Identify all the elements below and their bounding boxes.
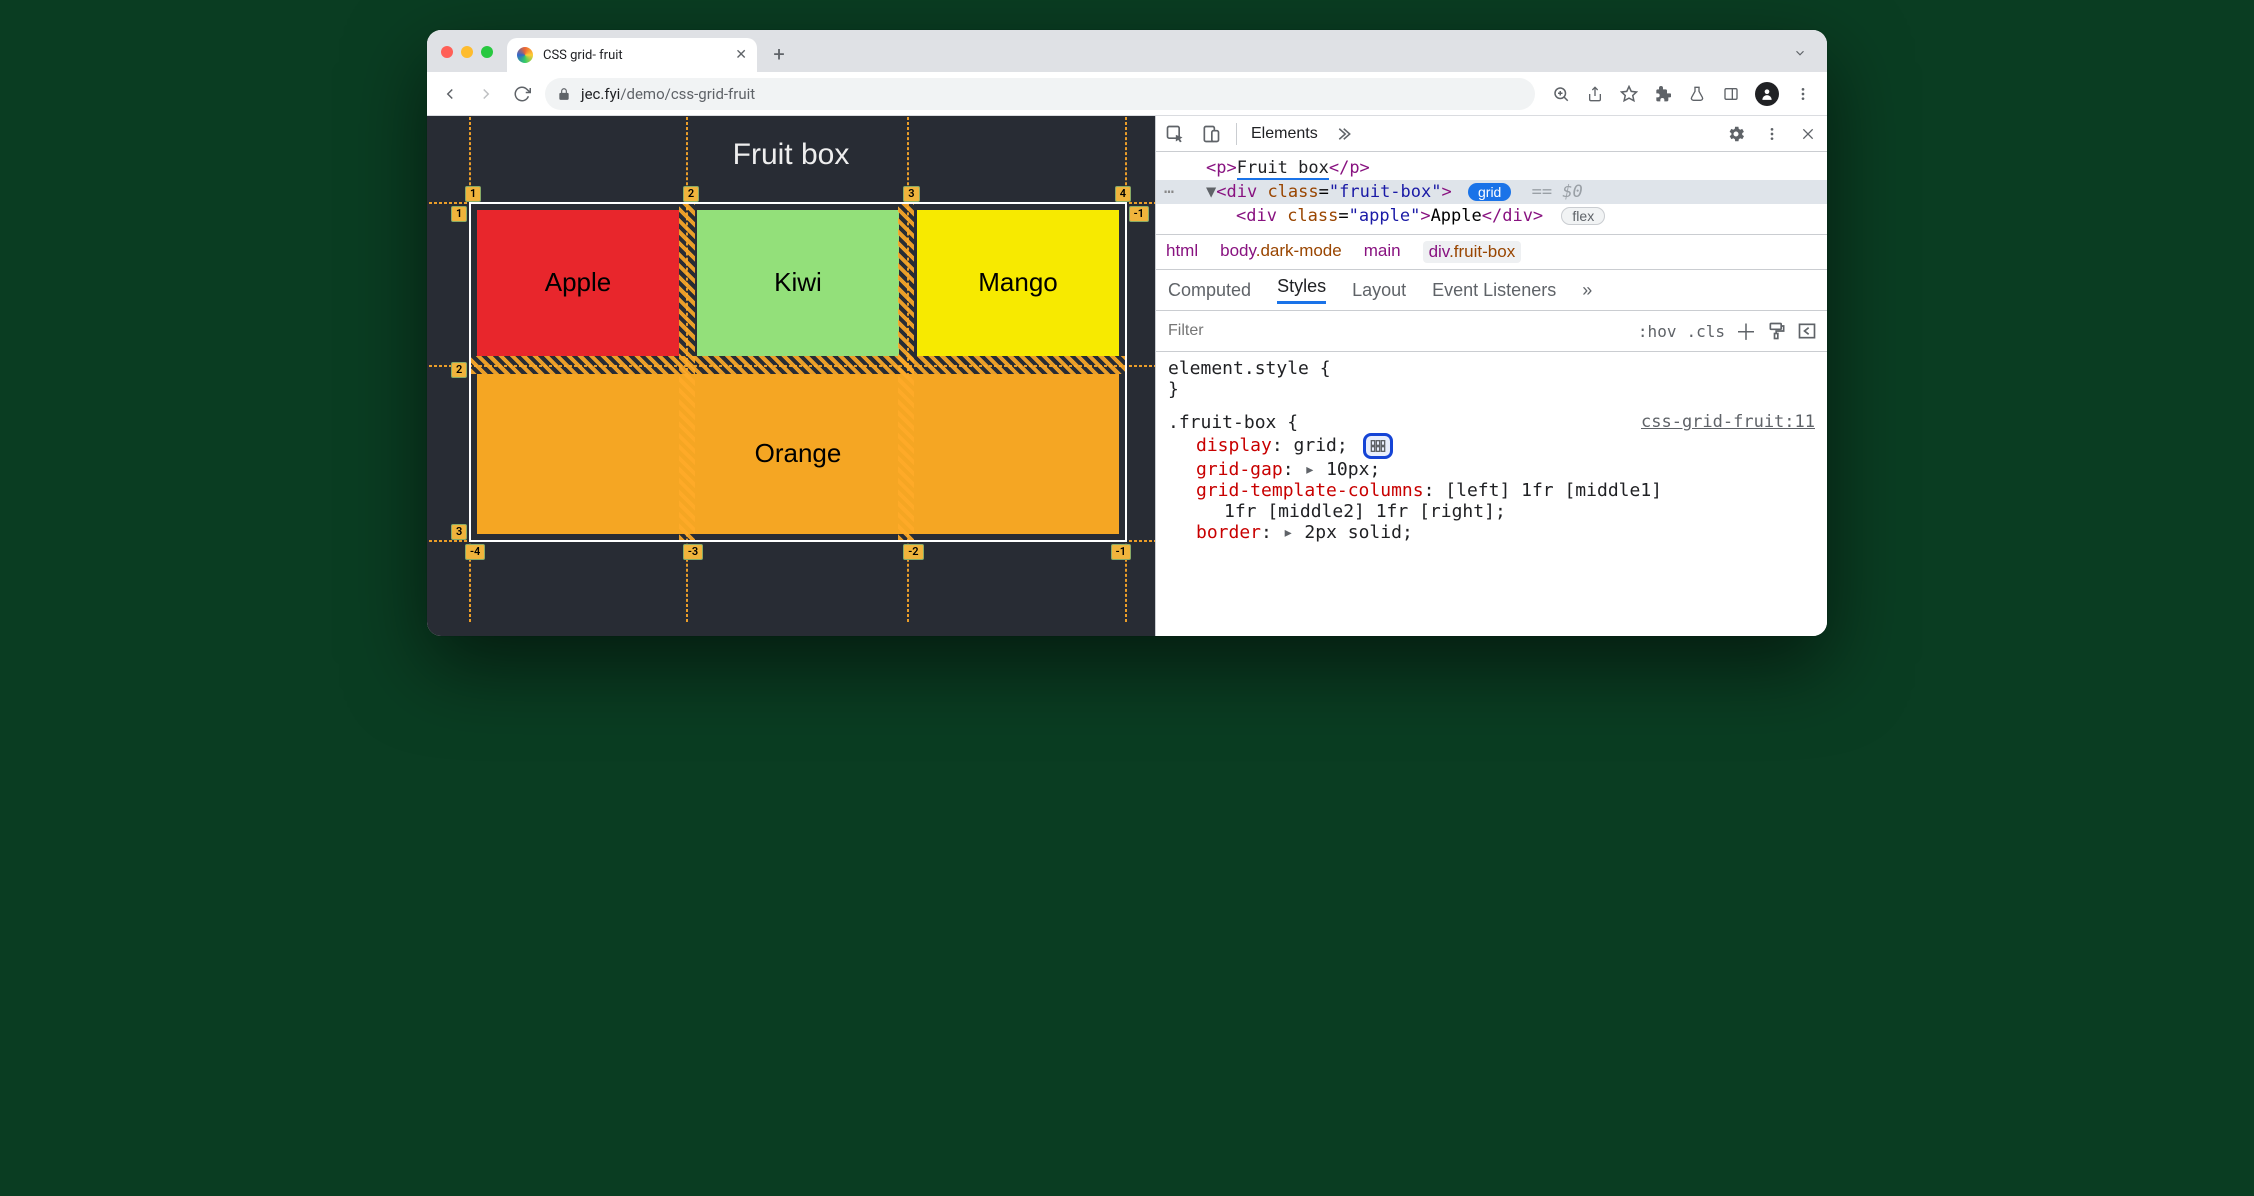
- browser-toolbar: jec.fyi/demo/css-grid-fruit: [427, 72, 1827, 116]
- close-devtools-icon[interactable]: [1797, 123, 1819, 145]
- page-heading: Fruit box: [427, 138, 1155, 172]
- subtab-styles[interactable]: Styles: [1277, 276, 1326, 304]
- rule-fruit-box[interactable]: css-grid-fruit:11 .fruit-box { display: …: [1168, 412, 1815, 543]
- dom-node-p[interactable]: <p>Fruit box</p>: [1156, 156, 1827, 180]
- crumb-body[interactable]: body.dark-mode: [1220, 241, 1342, 263]
- row-line-2: 2: [451, 362, 467, 378]
- col-line-neg2: -2: [903, 544, 923, 560]
- styles-filter-input[interactable]: [1166, 321, 1628, 341]
- menu-icon[interactable]: [1793, 84, 1813, 104]
- cls-toggle[interactable]: .cls: [1686, 322, 1725, 341]
- crumb-main[interactable]: main: [1364, 241, 1401, 263]
- row-line-3: 3: [451, 524, 467, 540]
- hov-toggle[interactable]: :hov: [1638, 322, 1677, 341]
- grid-overlay: Apple Kiwi Mango Orange 1 2 3 4 1 2 3 -1…: [469, 202, 1127, 542]
- col-line-neg4: -4: [465, 544, 485, 560]
- close-window-button[interactable]: [441, 46, 453, 58]
- tab-elements[interactable]: Elements: [1251, 125, 1318, 143]
- rule-element-style[interactable]: element.style { }: [1168, 358, 1815, 400]
- back-button[interactable]: [437, 81, 463, 107]
- panel-icon[interactable]: [1721, 84, 1741, 104]
- col-line-neg1: -1: [1111, 544, 1131, 560]
- window-controls: [441, 46, 493, 58]
- close-tab-button[interactable]: ✕: [735, 47, 747, 63]
- share-icon[interactable]: [1585, 84, 1605, 104]
- inspect-icon[interactable]: [1164, 123, 1186, 145]
- fruit-grid: Apple Kiwi Mango Orange: [469, 202, 1127, 542]
- browser-tab[interactable]: CSS grid- fruit ✕: [507, 38, 757, 72]
- grid-cell-kiwi: Kiwi: [697, 210, 899, 356]
- maximize-window-button[interactable]: [481, 46, 493, 58]
- favicon-icon: [517, 47, 533, 63]
- subtab-layout[interactable]: Layout: [1352, 280, 1406, 301]
- breadcrumb[interactable]: html body.dark-mode main div.fruit-box: [1156, 234, 1827, 270]
- new-rule-icon[interactable]: ＋: [1735, 315, 1757, 347]
- subtab-computed[interactable]: Computed: [1168, 280, 1251, 301]
- toolbar-actions: [1551, 82, 1813, 106]
- browser-window: CSS grid- fruit ✕ + jec.fyi/demo/css-gri…: [427, 30, 1827, 636]
- crumb-html[interactable]: html: [1166, 241, 1198, 263]
- url-text: jec.fyi/demo/css-grid-fruit: [581, 85, 755, 103]
- rule-source-link[interactable]: css-grid-fruit:11: [1641, 412, 1815, 432]
- grid-cell-orange: Orange: [477, 374, 1119, 534]
- grid-badge[interactable]: grid: [1468, 183, 1511, 201]
- address-bar[interactable]: jec.fyi/demo/css-grid-fruit: [545, 78, 1535, 110]
- flex-badge[interactable]: flex: [1561, 207, 1605, 225]
- col-line-4: 4: [1115, 186, 1131, 202]
- extensions-icon[interactable]: [1653, 84, 1673, 104]
- dom-node-apple[interactable]: <div class="apple">Apple</div> flex: [1156, 204, 1827, 228]
- col-line-2: 2: [683, 186, 699, 202]
- settings-icon[interactable]: [1725, 123, 1747, 145]
- devtools-tabbar: Elements: [1156, 116, 1827, 152]
- styles-filter-bar: :hov .cls ＋: [1156, 311, 1827, 352]
- grid-cell-mango: Mango: [917, 210, 1119, 356]
- content-area: Fruit box Apple Kiwi Mango Orange 1 2 3 …: [427, 116, 1827, 636]
- minimize-window-button[interactable]: [461, 46, 473, 58]
- dom-node-fruit-box[interactable]: ▼<div class="fruit-box"> grid == $0: [1156, 180, 1827, 204]
- crumb-selected[interactable]: div.fruit-box: [1423, 241, 1522, 263]
- kebab-icon[interactable]: [1761, 123, 1783, 145]
- col-line-neg3: -3: [683, 544, 703, 560]
- grid-editor-button[interactable]: [1363, 433, 1393, 459]
- subtab-events[interactable]: Event Listeners: [1432, 280, 1556, 301]
- tab-overflow-button[interactable]: [1793, 46, 1807, 60]
- col-line-1: 1: [465, 186, 481, 202]
- col-line-3: 3: [903, 186, 919, 202]
- reload-button[interactable]: [509, 81, 535, 107]
- new-tab-button[interactable]: +: [765, 40, 793, 68]
- styles-pane[interactable]: element.style { } css-grid-fruit:11 .fru…: [1156, 352, 1827, 636]
- tab-strip: CSS grid- fruit ✕ +: [427, 30, 1827, 72]
- rendered-page: Fruit box Apple Kiwi Mango Orange 1 2 3 …: [427, 116, 1155, 636]
- row-line-neg1: -1: [1129, 206, 1149, 222]
- more-subtabs-icon[interactable]: »: [1582, 280, 1592, 301]
- profile-avatar[interactable]: [1755, 82, 1779, 106]
- dom-tree[interactable]: <p>Fruit box</p> ▼<div class="fruit-box"…: [1156, 152, 1827, 234]
- grid-cell-apple: Apple: [477, 210, 679, 356]
- paint-icon[interactable]: [1767, 321, 1787, 341]
- forward-button[interactable]: [473, 81, 499, 107]
- row-line-1: 1: [451, 206, 467, 222]
- devtools-panel: Elements <p>Fruit box</p> ▼<div class="f…: [1155, 116, 1827, 636]
- more-tabs-icon[interactable]: [1332, 123, 1354, 145]
- lock-icon: [557, 87, 571, 101]
- tab-title: CSS grid- fruit: [543, 48, 623, 63]
- bookmark-icon[interactable]: [1619, 84, 1639, 104]
- styles-tabbar: Computed Styles Layout Event Listeners »: [1156, 270, 1827, 311]
- zoom-icon[interactable]: [1551, 84, 1571, 104]
- labs-icon[interactable]: [1687, 84, 1707, 104]
- device-toggle-icon[interactable]: [1200, 123, 1222, 145]
- computed-toggle-icon[interactable]: [1797, 321, 1817, 341]
